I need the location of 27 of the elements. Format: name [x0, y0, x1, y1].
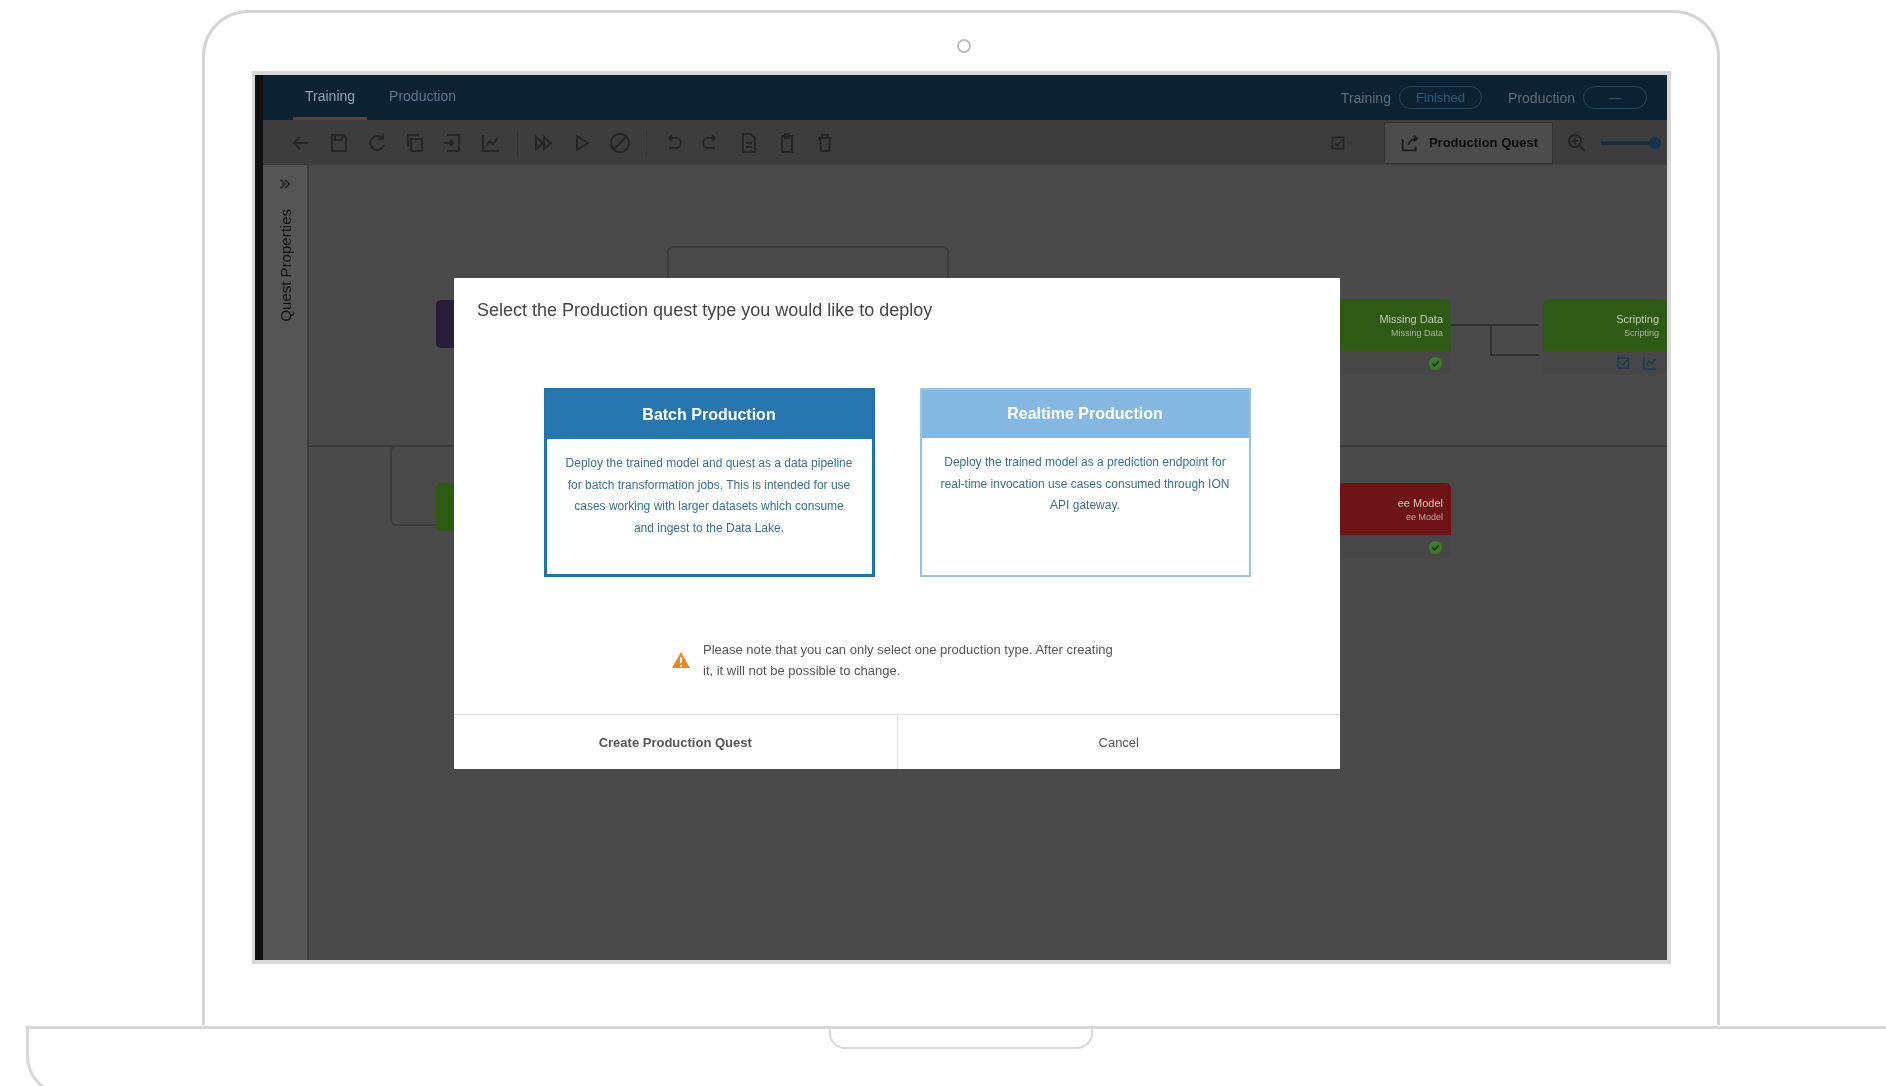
- status-label: Training: [1340, 89, 1391, 106]
- warning-text: Please note that you can only select one production type. After creating it, it will not be possible to change.: [703, 641, 1114, 680]
- slider-thumb[interactable]: [1649, 136, 1661, 149]
- flow-node[interactable]: Scripting Scripting: [1543, 299, 1667, 375]
- dialog-title: Select the Production quest type you would like to deploy: [476, 299, 934, 321]
- panel-title: Quest Properties: [276, 209, 294, 322]
- node-subtitle: ee Model: [1405, 511, 1443, 522]
- warning-icon: [671, 651, 691, 669]
- option-title: Realtime Production: [921, 390, 1249, 438]
- expand-chevron-icon[interactable]: [278, 177, 292, 191]
- block-icon[interactable]: [608, 130, 632, 155]
- node-title: Scripting: [1616, 312, 1659, 325]
- node-title: Missing Data: [1379, 312, 1443, 325]
- option-title: Batch Production: [546, 391, 872, 439]
- status-label: Production: [1508, 89, 1575, 106]
- camera-icon: [957, 39, 971, 53]
- node-subtitle: Scripting: [1624, 327, 1659, 338]
- option-description: Deploy the trained model as a prediction endpoint for real-time invocation use cases consumed through ION API gateway.: [939, 454, 1231, 514]
- option-card[interactable]: Realtime Production Deploy the trained model as a prediction endpoint for real-time invocation use cases consumed through ION API gateway.: [919, 388, 1251, 577]
- node-title: ee Model: [1397, 496, 1443, 509]
- check-circle-icon: [1428, 539, 1443, 555]
- node-subtitle: Missing Data: [1390, 327, 1443, 338]
- app-tab[interactable]: Production: [377, 75, 468, 120]
- option-description: Deploy the trained model and quest as a data pipeline for batch transformation jobs. This is intended for use cases working with larger datasets which consume and ingest to the Data Lake.: [564, 455, 854, 537]
- option-card[interactable]: [543, 388, 875, 577]
- check-circle-icon: [1428, 355, 1443, 371]
- chart-icon[interactable]: [1641, 354, 1659, 372]
